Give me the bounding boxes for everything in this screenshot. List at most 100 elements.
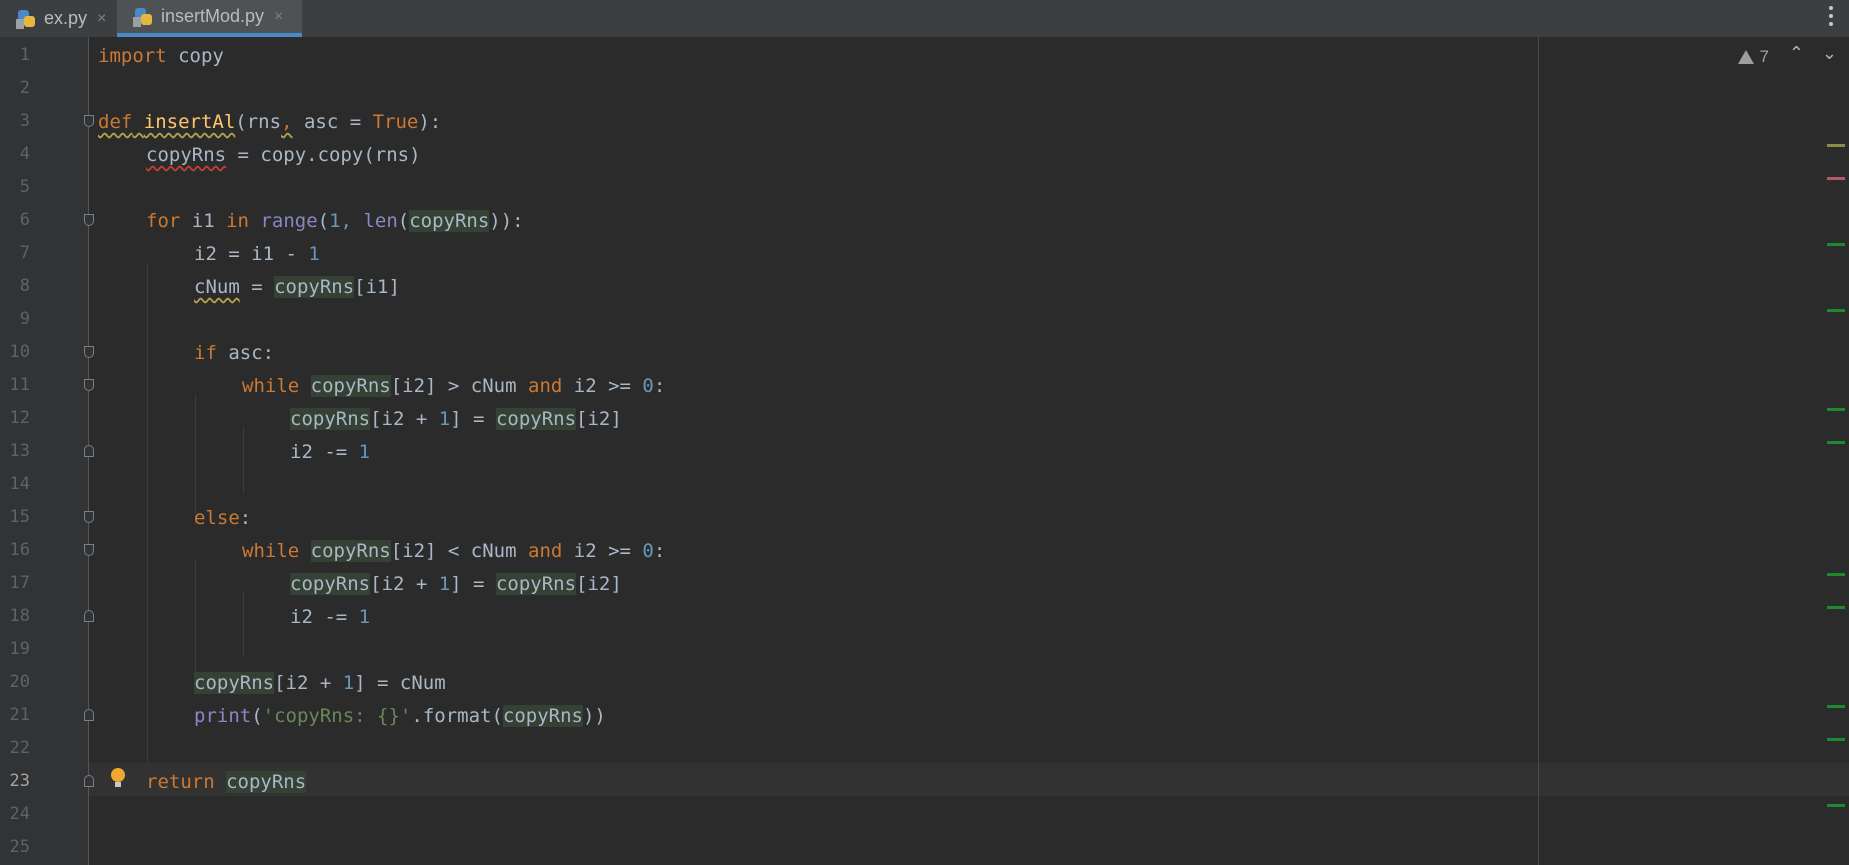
- code-text: i2 = i1 -: [194, 243, 309, 265]
- builtin: range: [260, 210, 318, 232]
- line-number: 12: [9, 408, 30, 428]
- line-number: 22: [9, 738, 30, 758]
- line-number: 6: [19, 210, 30, 230]
- warning-stripe-marker[interactable]: [1827, 144, 1845, 147]
- code-line-20[interactable]: copyRns[i2 + 1] = cNum: [194, 667, 446, 700]
- code-line-23[interactable]: return copyRns: [146, 766, 307, 799]
- number: 1,: [329, 210, 352, 232]
- warning-icon: [1737, 50, 1754, 64]
- code-text: ] =: [450, 408, 496, 430]
- usage-stripe-marker[interactable]: [1827, 408, 1845, 411]
- fold-end-icon[interactable]: [84, 775, 94, 787]
- line-number: 17: [9, 573, 30, 593]
- code-line-7[interactable]: i2 = i1 - 1: [194, 238, 320, 271]
- usage-stripe-marker[interactable]: [1827, 705, 1845, 708]
- builtin: len: [363, 210, 398, 232]
- number: 1: [358, 441, 371, 463]
- code-line-10[interactable]: if asc:: [194, 337, 274, 370]
- code-text: (rns: [235, 111, 282, 133]
- code-text: )): [582, 705, 606, 727]
- line-number: 13: [9, 441, 30, 461]
- usage-stripe-marker[interactable]: [1827, 804, 1845, 807]
- code-line-17[interactable]: copyRns[i2 + 1] = copyRns[i2]: [290, 568, 622, 601]
- tab-ex-py[interactable]: ex.py ×: [0, 0, 117, 37]
- fold-toggle-icon[interactable]: [84, 544, 94, 556]
- usage-stripe-marker[interactable]: [1827, 243, 1845, 246]
- close-tab-icon[interactable]: ×: [97, 10, 106, 28]
- code-editor[interactable]: 1 2 3 4 5 6 7 8 9 10 11 12 13 14 15 16 1…: [0, 37, 1849, 865]
- fold-toggle-icon[interactable]: [84, 346, 94, 358]
- code-line-18[interactable]: i2 -= 1: [290, 601, 370, 634]
- code-line-12[interactable]: copyRns[i2 + 1] = copyRns[i2]: [290, 403, 622, 436]
- keyword: and: [528, 375, 563, 397]
- code-text: i2 >=: [562, 540, 643, 562]
- line-number: 20: [9, 672, 30, 692]
- usage-stripe-marker[interactable]: [1827, 573, 1845, 576]
- variable: cNum: [194, 276, 240, 298]
- previous-highlight-icon[interactable]: ⌃: [1789, 43, 1804, 64]
- fold-end-icon[interactable]: [84, 709, 94, 721]
- fold-toggle-icon[interactable]: [84, 115, 94, 127]
- code-line-4[interactable]: copyRns = copy.copy(rns): [146, 139, 421, 172]
- lightbulb-intention-icon[interactable]: [111, 768, 125, 787]
- code-line-8[interactable]: cNum = copyRns[i1]: [194, 271, 400, 304]
- more-options-icon[interactable]: [1829, 6, 1835, 30]
- keyword: True: [372, 111, 419, 133]
- code-line-6[interactable]: for i1 in range(1, len(copyRns)):: [146, 205, 524, 238]
- code-line-15[interactable]: else:: [194, 502, 251, 535]
- close-tab-icon[interactable]: ×: [274, 8, 283, 26]
- line-number: 25: [9, 837, 30, 857]
- number: 0: [642, 375, 654, 397]
- usage-stripe-marker[interactable]: [1827, 606, 1845, 609]
- code-text: copy: [166, 45, 224, 67]
- variable-ref: copyRns: [310, 375, 391, 397]
- code-text: [i2] < cNum: [390, 540, 529, 562]
- keyword: import: [98, 45, 167, 67]
- usage-stripe-marker[interactable]: [1827, 738, 1845, 741]
- fold-end-icon[interactable]: [84, 610, 94, 622]
- code-line-21[interactable]: print('copyRns: {}'.format(copyRns)): [194, 700, 606, 733]
- variable-ref: copyRns: [274, 276, 355, 298]
- code-line-16[interactable]: while copyRns[i2] < cNum and i2 >= 0:: [242, 535, 665, 568]
- usage-stripe-marker[interactable]: [1827, 309, 1845, 312]
- function-name: insertAl: [143, 111, 236, 133]
- number: 0: [642, 540, 654, 562]
- tab-insertmod-py[interactable]: insertMod.py ×: [117, 0, 302, 37]
- code-text: [i2]: [576, 408, 622, 430]
- code-line-1[interactable]: import copy: [98, 40, 224, 73]
- next-highlight-icon[interactable]: ⌄: [1822, 43, 1837, 64]
- code-line-3[interactable]: def insertAl(rns, asc = True):: [98, 106, 441, 139]
- code-line-13[interactable]: i2 -= 1: [290, 436, 370, 469]
- usage-stripe-marker[interactable]: [1827, 441, 1845, 444]
- fold-toggle-icon[interactable]: [84, 214, 94, 226]
- code-text: [i2] > cNum: [390, 375, 529, 397]
- line-number: 15: [9, 507, 30, 527]
- variable-ref: copyRns: [502, 705, 583, 727]
- code-text: [i2 +: [370, 408, 439, 430]
- number: 1: [438, 573, 451, 595]
- inspection-widget[interactable]: 7: [1737, 47, 1769, 67]
- variable-ref: copyRns: [290, 408, 371, 430]
- code-text: asc =: [292, 111, 373, 133]
- code-text: :: [653, 540, 666, 562]
- code-text: [i1]: [354, 276, 400, 298]
- code-text: [i2 +: [370, 573, 439, 595]
- line-number: 18: [9, 606, 30, 626]
- keyword: return: [146, 771, 215, 793]
- code-text: ] =: [450, 573, 496, 595]
- fold-toggle-icon[interactable]: [84, 511, 94, 523]
- current-line-highlight: [89, 763, 1849, 796]
- code-line-11[interactable]: while copyRns[i2] > cNum and i2 >= 0:: [242, 370, 665, 403]
- editor-tab-bar: ex.py × insertMod.py ×: [0, 0, 1849, 38]
- indent-guide: [243, 591, 244, 657]
- variable-ref: copyRns: [310, 540, 391, 562]
- fold-end-icon[interactable]: [84, 445, 94, 457]
- line-number: 21: [9, 705, 30, 725]
- code-text: [i2]: [576, 573, 622, 595]
- fold-toggle-icon[interactable]: [84, 379, 94, 391]
- line-number: 14: [9, 474, 30, 494]
- error-stripe-marker[interactable]: [1827, 177, 1845, 180]
